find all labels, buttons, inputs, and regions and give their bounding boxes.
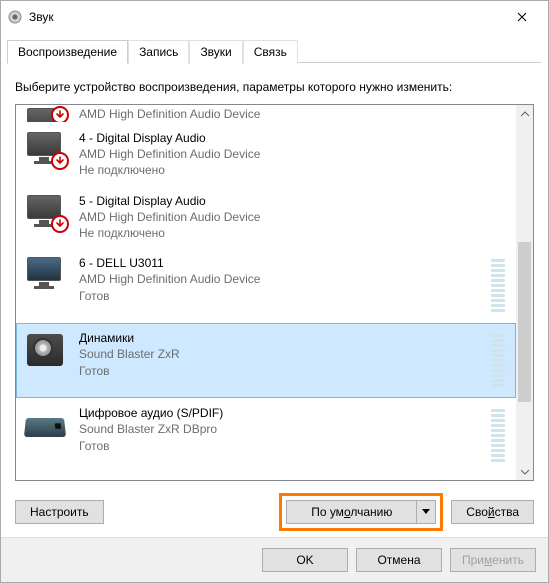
device-icon	[23, 330, 71, 370]
device-name: Цифровое аудио (S/PDIF)	[79, 405, 485, 421]
device-name: 4 - Digital Display Audio	[79, 130, 509, 146]
device-row[interactable]: Цифровое аудио (S/PDIF)Sound Blaster ZxR…	[16, 398, 516, 473]
scrollbar[interactable]	[516, 105, 533, 480]
tab-recording[interactable]: Запись	[128, 40, 189, 64]
device-name: 6 - DELL U3011	[79, 255, 485, 271]
app-icon	[7, 9, 23, 25]
tab-content: Выберите устройство воспроизведения, пар…	[1, 64, 548, 537]
device-list: AMD High Definition Audio Device4 - Digi…	[15, 104, 534, 481]
level-meter	[491, 330, 505, 391]
device-status: Готов	[79, 363, 485, 379]
sound-dialog: Звук Воспроизведение Запись Звуки Связь …	[0, 0, 549, 583]
device-buttons-row: Настроить По умолчанию Свойства	[15, 493, 534, 531]
device-subtitle: AMD High Definition Audio Device	[79, 271, 485, 287]
device-status: Не подключено	[79, 225, 509, 241]
device-subtitle: AMD High Definition Audio Device	[79, 209, 509, 225]
device-row[interactable]: AMD High Definition Audio Device	[16, 105, 516, 123]
scroll-track[interactable]	[516, 122, 533, 463]
device-status: Не подключено	[79, 162, 509, 178]
device-row[interactable]: 4 - Digital Display AudioAMD High Defini…	[16, 123, 516, 186]
tab-strip: Воспроизведение Запись Звуки Связь	[1, 33, 548, 64]
device-status: Готов	[79, 288, 485, 304]
scroll-thumb[interactable]	[518, 242, 531, 402]
chevron-down-icon	[521, 469, 529, 475]
tab-playback[interactable]: Воспроизведение	[7, 40, 128, 64]
disconnected-badge-icon	[51, 215, 69, 233]
device-subtitle: AMD High Definition Audio Device	[79, 146, 509, 162]
device-icon	[23, 130, 71, 170]
instruction-text: Выберите устройство воспроизведения, пар…	[15, 80, 534, 94]
device-icon	[23, 255, 71, 295]
set-default-splitbutton: По умолчанию	[286, 500, 436, 524]
set-default-dropdown[interactable]	[417, 509, 435, 515]
titlebar: Звук	[1, 1, 548, 33]
device-row[interactable]: ДинамикиSound Blaster ZxRГотов	[16, 323, 516, 398]
close-button[interactable]	[502, 3, 542, 31]
device-row[interactable]: 6 - DELL U3011AMD High Definition Audio …	[16, 248, 516, 323]
tab-communications[interactable]: Связь	[243, 40, 298, 64]
level-meter	[491, 255, 505, 316]
apply-button[interactable]: Применить	[450, 548, 536, 572]
properties-button[interactable]: Свойства	[451, 500, 534, 524]
device-icon	[23, 193, 71, 233]
configure-button[interactable]: Настроить	[15, 500, 104, 524]
device-row[interactable]: 5 - Digital Display AudioAMD High Defini…	[16, 186, 516, 249]
scroll-up-button[interactable]	[516, 105, 533, 122]
tab-sounds[interactable]: Звуки	[189, 40, 242, 64]
scroll-down-button[interactable]	[516, 463, 533, 480]
disconnected-badge-icon	[51, 152, 69, 170]
highlight-box: По умолчанию	[279, 493, 443, 531]
device-name: AMD High Definition Audio Device	[79, 106, 509, 122]
device-name: Динамики	[79, 330, 485, 346]
device-status: Готов	[79, 438, 485, 454]
window-title: Звук	[29, 10, 502, 24]
set-default-button[interactable]: По умолчанию	[287, 501, 417, 523]
chevron-up-icon	[521, 111, 529, 117]
device-icon	[23, 405, 71, 445]
close-icon	[517, 12, 527, 22]
dialog-button-row: OK Отмена Применить	[1, 537, 548, 582]
device-subtitle: Sound Blaster ZxR	[79, 346, 485, 362]
device-subtitle: Sound Blaster ZxR DBpro	[79, 421, 485, 437]
ok-button[interactable]: OK	[262, 548, 348, 572]
chevron-down-icon	[422, 509, 430, 515]
level-meter	[491, 405, 505, 466]
device-name: 5 - Digital Display Audio	[79, 193, 509, 209]
cancel-button[interactable]: Отмена	[356, 548, 442, 572]
disconnected-badge-icon	[51, 106, 69, 123]
device-icon	[23, 106, 71, 123]
